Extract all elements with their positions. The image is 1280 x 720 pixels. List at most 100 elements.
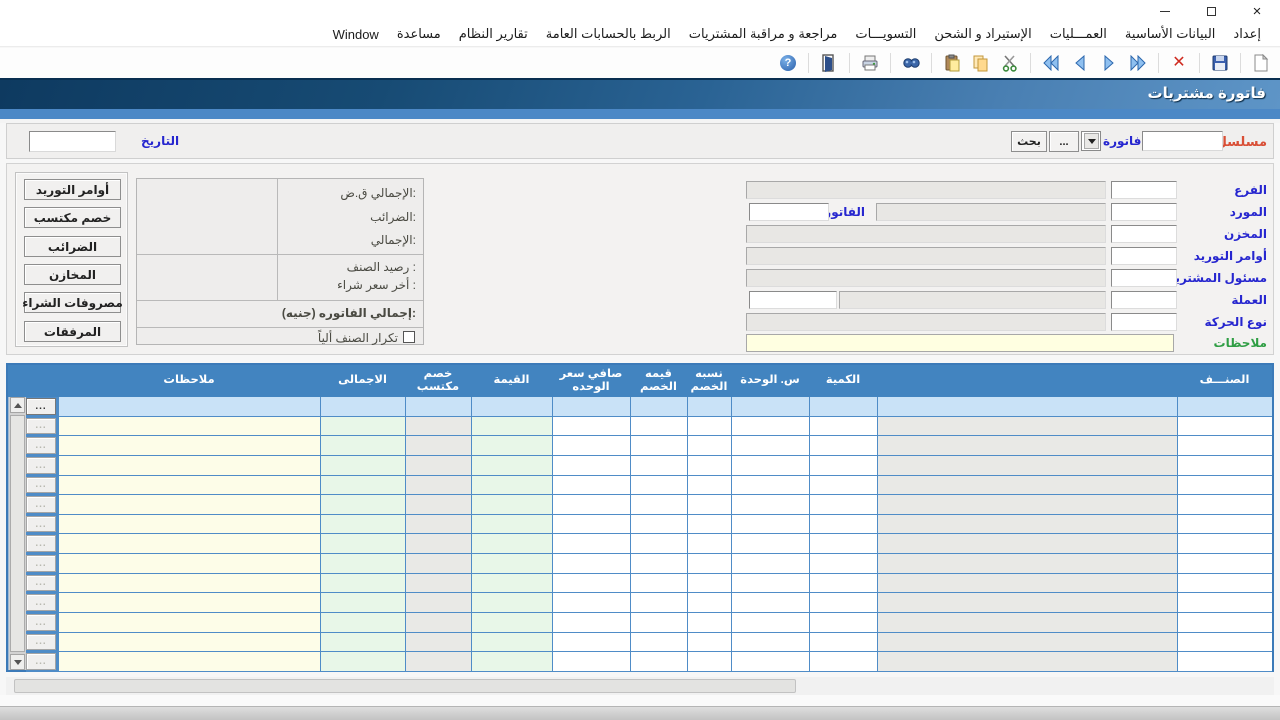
- grid-cell-net-unit-price[interactable]: [552, 574, 630, 593]
- nav-last-icon[interactable]: [1127, 52, 1149, 74]
- grid-cell-notes[interactable]: [58, 593, 320, 612]
- grid-cell-value[interactable]: [471, 633, 552, 652]
- grid-cell-value[interactable]: [471, 534, 552, 553]
- grid-cell-discount-value[interactable]: [630, 613, 687, 632]
- grid-cell-earned-discount[interactable]: [405, 476, 471, 495]
- grid-cell-net-unit-price[interactable]: [552, 515, 630, 534]
- grid-header-item-name[interactable]: [877, 365, 1177, 397]
- grid-header-value[interactable]: القيمة: [471, 365, 552, 397]
- grid-cell-net-unit-price[interactable]: [552, 534, 630, 553]
- row-detail-button[interactable]: ...: [26, 575, 56, 592]
- nav-previous-icon[interactable]: [1069, 52, 1091, 74]
- supplier-input[interactable]: [1111, 203, 1177, 221]
- grid-cell-value[interactable]: [471, 397, 552, 416]
- grid-cell-discount-percent[interactable]: [687, 613, 731, 632]
- grid-cell-item-name[interactable]: [877, 613, 1177, 632]
- supply-orders-input[interactable]: [1111, 247, 1177, 265]
- grid-cell-discount-percent[interactable]: [687, 633, 731, 652]
- grid-cell-item-code[interactable]: [1177, 436, 1272, 455]
- menu-item-gl-link[interactable]: الربط بالحسابات العامة: [537, 26, 680, 42]
- find-icon[interactable]: [900, 52, 922, 74]
- grid-cell-earned-discount[interactable]: [405, 652, 471, 671]
- grid-cell-discount-value[interactable]: [630, 554, 687, 573]
- grid-cell-earned-discount[interactable]: [405, 397, 471, 416]
- grid-cell-item-code[interactable]: [1177, 476, 1272, 495]
- nav-next-icon[interactable]: [1098, 52, 1120, 74]
- grid-header-unit-price[interactable]: س. الوحدة: [731, 365, 809, 397]
- grid-cell-notes[interactable]: [58, 515, 320, 534]
- purchasing-officer-input[interactable]: [1111, 269, 1177, 287]
- grid-cell-notes[interactable]: [58, 554, 320, 573]
- grid-cell-value[interactable]: [471, 436, 552, 455]
- row-detail-button[interactable]: ...: [26, 634, 56, 651]
- grid-cell-earned-discount[interactable]: [405, 436, 471, 455]
- grid-cell-earned-discount[interactable]: [405, 515, 471, 534]
- grid-cell-total[interactable]: [320, 397, 405, 416]
- grid-cell-item-code[interactable]: [1177, 652, 1272, 671]
- grid-cell-discount-percent[interactable]: [687, 574, 731, 593]
- grid-cell-net-unit-price[interactable]: [552, 397, 630, 416]
- attachments-button[interactable]: المرفقات: [24, 321, 121, 342]
- row-detail-button[interactable]: ...: [26, 516, 56, 533]
- grid-cell-item-code[interactable]: [1177, 633, 1272, 652]
- grid-cell-discount-percent[interactable]: [687, 495, 731, 514]
- print-icon[interactable]: [859, 52, 881, 74]
- grid-cell-unit-price[interactable]: [731, 515, 809, 534]
- grid-header-item-code[interactable]: الصنـــف: [1177, 365, 1272, 397]
- menu-item-master-data[interactable]: البيانات الأساسية: [1116, 26, 1224, 42]
- grid-cell-quantity[interactable]: [809, 554, 877, 573]
- grid-cell-discount-value[interactable]: [630, 417, 687, 436]
- help-icon[interactable]: ?: [777, 52, 799, 74]
- grid-cell-value[interactable]: [471, 574, 552, 593]
- grid-cell-discount-value[interactable]: [630, 593, 687, 612]
- row-detail-button[interactable]: ...: [26, 555, 56, 572]
- row-detail-button[interactable]: ...: [26, 418, 56, 435]
- grid-cell-unit-price[interactable]: [731, 574, 809, 593]
- grid-cell-quantity[interactable]: [809, 613, 877, 632]
- grid-cell-quantity[interactable]: [809, 574, 877, 593]
- grid-cell-total[interactable]: [320, 456, 405, 475]
- grid-cell-total[interactable]: [320, 613, 405, 632]
- row-detail-button[interactable]: ...: [26, 437, 56, 454]
- grid-cell-net-unit-price[interactable]: [552, 633, 630, 652]
- grid-cell-earned-discount[interactable]: [405, 574, 471, 593]
- grid-cell-value[interactable]: [471, 515, 552, 534]
- minimize-button[interactable]: [1142, 0, 1188, 22]
- grid-cell-quantity[interactable]: [809, 652, 877, 671]
- grid-header-quantity[interactable]: الكمية: [809, 365, 877, 397]
- grid-cell-net-unit-price[interactable]: [552, 613, 630, 632]
- grid-cell-value[interactable]: [471, 593, 552, 612]
- grid-cell-total[interactable]: [320, 417, 405, 436]
- grid-cell-quantity[interactable]: [809, 593, 877, 612]
- grid-cell-discount-value[interactable]: [630, 397, 687, 416]
- serial-input[interactable]: [1142, 131, 1223, 151]
- grid-cell-total[interactable]: [320, 515, 405, 534]
- grid-cell-item-code[interactable]: [1177, 574, 1272, 593]
- grid-cell-item-name[interactable]: [877, 495, 1177, 514]
- scroll-up-icon[interactable]: [10, 397, 25, 413]
- grid-header-earned-discount[interactable]: خصم مكتسب: [405, 365, 471, 397]
- chevron-down-icon[interactable]: [1084, 133, 1099, 149]
- grid-cell-discount-percent[interactable]: [687, 534, 731, 553]
- grid-cell-unit-price[interactable]: [731, 633, 809, 652]
- grid-cell-earned-discount[interactable]: [405, 613, 471, 632]
- menu-item-system-reports[interactable]: تقارير النظام: [450, 26, 537, 42]
- grid-cell-unit-price[interactable]: [731, 652, 809, 671]
- grid-cell-item-name[interactable]: [877, 515, 1177, 534]
- grid-cell-notes[interactable]: [58, 436, 320, 455]
- grid-cell-quantity[interactable]: [809, 476, 877, 495]
- grid-cell-earned-discount[interactable]: [405, 554, 471, 573]
- grid-cell-unit-price[interactable]: [731, 397, 809, 416]
- grid-cell-item-name[interactable]: [877, 574, 1177, 593]
- menu-item-window[interactable]: Window: [324, 27, 388, 42]
- earned-discount-button[interactable]: خصم مكتسب: [24, 207, 121, 228]
- grid-cell-value[interactable]: [471, 554, 552, 573]
- grid-cell-discount-value[interactable]: [630, 652, 687, 671]
- grid-cell-total[interactable]: [320, 436, 405, 455]
- copy-icon[interactable]: [970, 52, 992, 74]
- grid-cell-total[interactable]: [320, 652, 405, 671]
- delete-icon[interactable]: ✕: [1168, 52, 1190, 74]
- grid-cell-notes[interactable]: [58, 495, 320, 514]
- row-detail-button[interactable]: ...: [26, 594, 56, 611]
- grid-cell-item-name[interactable]: [877, 456, 1177, 475]
